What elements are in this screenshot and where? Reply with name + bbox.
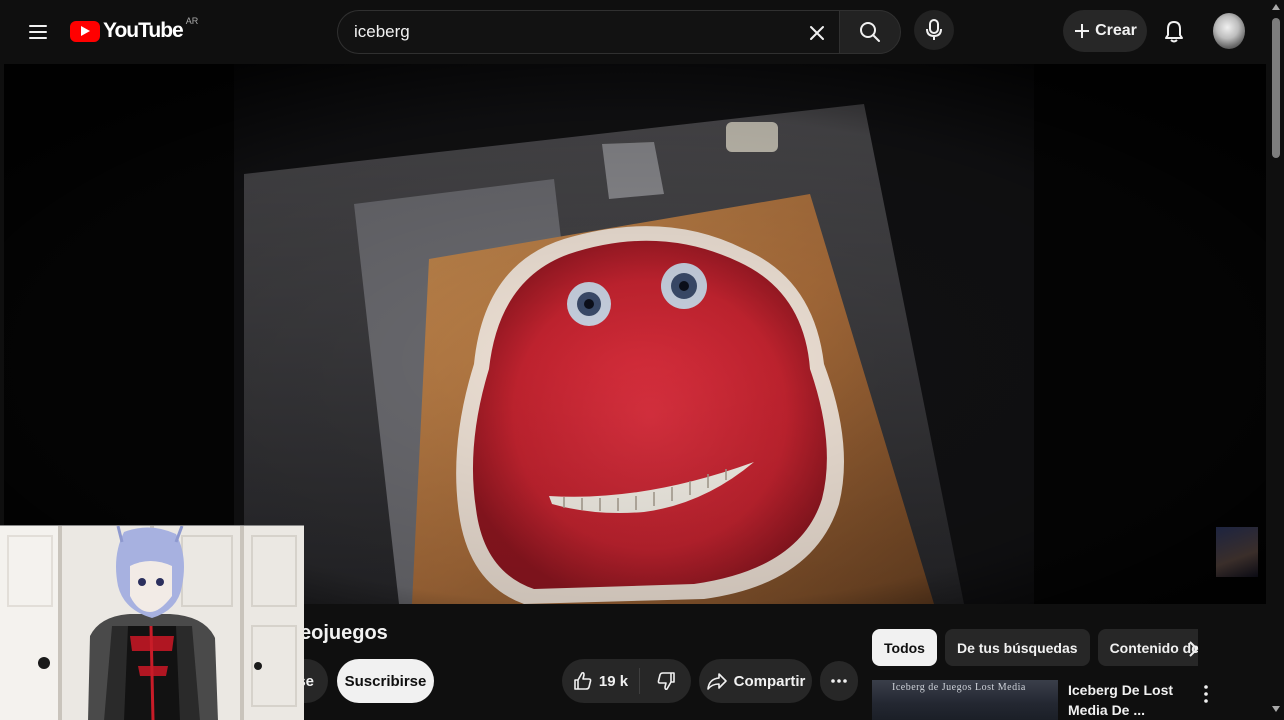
search-box [337,10,839,54]
dislike-button[interactable] [640,659,691,703]
scroll-thumb[interactable] [1272,18,1280,158]
thumbs-down-icon [657,672,675,691]
search-bar [337,10,901,54]
plus-icon [1075,24,1090,38]
account-avatar[interactable] [1213,13,1245,49]
video-title: eojuegos [300,622,388,644]
search-input[interactable] [352,21,792,43]
scroll-up-arrow-icon[interactable] [1272,4,1280,10]
vertical-dots-icon[interactable] [1196,682,1216,706]
filter-chips: Todos De tus búsquedas Contenido de [872,629,1198,666]
voice-search-button[interactable] [914,10,954,50]
recommended-video-thumbnail[interactable]: Iceberg de Juegos Lost Media [872,680,1058,720]
notifications-bell-icon[interactable] [1156,14,1192,50]
microphone-icon [926,19,942,40]
like-button[interactable]: 19 k [562,659,639,703]
scroll-down-arrow-icon[interactable] [1272,706,1280,712]
thumbs-up-icon [574,671,592,690]
page-scrollbar[interactable] [1268,0,1284,720]
share-button[interactable]: Compartir [699,659,812,703]
chip-de-tus-busquedas[interactable]: De tus búsquedas [944,629,1090,666]
more-dots-icon [831,679,847,683]
region-code: AR [185,16,199,26]
search-button[interactable] [839,10,901,54]
webcam-frame [0,526,304,720]
like-count: 19 k [598,672,629,690]
youtube-logo[interactable]: YouTube AR [70,16,199,44]
webcam-overlay [0,525,304,720]
more-actions-button[interactable] [820,661,858,701]
streamer-thumbnail [1216,527,1258,577]
subscribe-label: Suscribirse [344,672,427,690]
youtube-play-icon [70,20,100,42]
hamburger-menu-icon[interactable] [20,14,56,50]
create-button[interactable]: Crear [1063,10,1147,52]
clear-search-icon[interactable] [801,17,833,49]
recommended-thumb-text: Iceberg de Juegos Lost Media [892,682,1026,693]
share-arrow-icon [706,673,727,690]
create-label: Crear [1095,22,1137,39]
video-player[interactable] [4,64,1266,604]
logo-text: YouTube [103,19,184,42]
subscribe-button[interactable]: Suscribirse [337,659,434,703]
chevron-right-icon[interactable] [1180,636,1206,662]
recommended-video-title[interactable]: Iceberg De Lost Media De ... [1068,680,1186,720]
top-bar: YouTube AR Crear [0,0,1284,62]
like-dislike-group: 19 k [562,659,691,703]
video-frame [4,64,1266,604]
search-icon [860,22,880,42]
chip-todos[interactable]: Todos [872,629,937,666]
share-label: Compartir [733,672,806,690]
